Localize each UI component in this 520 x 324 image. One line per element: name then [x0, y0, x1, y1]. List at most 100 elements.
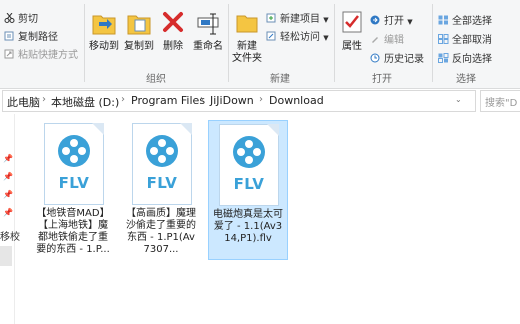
easy-access-label: 轻松访问: [280, 32, 320, 43]
rename-label: 重命名: [193, 41, 223, 52]
copy-path-icon: [4, 31, 15, 41]
group-divider: [84, 4, 85, 82]
scissors-icon: [4, 12, 15, 23]
nav-item-selected[interactable]: [0, 246, 12, 266]
move-to-icon: [92, 15, 116, 35]
new-item-button[interactable]: 新建项目 ▼: [266, 10, 329, 25]
easy-access-icon: [266, 31, 277, 41]
delete-icon: [163, 12, 183, 32]
file-extension-label: FLV: [233, 175, 265, 193]
history-icon: [370, 53, 381, 63]
properties-label: 属性: [342, 41, 362, 52]
breadcrumb-separator-icon: ›: [42, 94, 46, 105]
edit-label: 编辑: [384, 35, 404, 46]
flv-file-icon: FLV: [44, 123, 104, 205]
chevron-down-icon: ▼: [323, 34, 329, 42]
rename-button[interactable]: 重命名: [190, 8, 226, 53]
paste-shortcut-icon: [4, 49, 15, 59]
breadcrumb-separator-icon: ›: [259, 94, 263, 105]
open-group-label: 打开: [372, 74, 392, 85]
page-corner: [180, 123, 192, 135]
file-name: 电磁炮真是太可爱了 - 1.1(Av314,P1).flv: [213, 209, 283, 244]
address-row: 此电脑 › 本地磁盘 (D:) › Program Files › JiJiDo…: [0, 90, 520, 112]
new-folder-icon: [236, 15, 258, 33]
group-divider: [432, 4, 433, 82]
chevron-down-icon: ▼: [323, 16, 329, 24]
edit-button[interactable]: 编辑: [370, 31, 404, 46]
open-button[interactable]: 打开 ▼: [370, 12, 413, 27]
file-item[interactable]: FLV 【高画质】魔理沙偷走了重要的东西 - 1.P1(Av7307...: [122, 120, 200, 258]
move-to-button[interactable]: 移动到: [86, 8, 122, 53]
edit-icon: [370, 34, 381, 44]
breadcrumb-local-disk[interactable]: 本地磁盘 (D:): [51, 94, 119, 110]
easy-access-button[interactable]: 轻松访问 ▼: [266, 28, 329, 43]
page-corner: [92, 123, 104, 135]
properties-icon: [342, 11, 362, 33]
paste-shortcut-button[interactable]: 粘贴快捷方式: [4, 46, 78, 61]
address-bar[interactable]: 此电脑 › 本地磁盘 (D:) › Program Files › JiJiDo…: [2, 90, 476, 112]
pin-icon[interactable]: 📌: [3, 208, 13, 217]
select-all-icon: [438, 15, 449, 25]
history-button[interactable]: 历史记录: [370, 50, 424, 65]
new-item-label: 新建项目: [280, 14, 320, 25]
select-none-icon: [438, 34, 449, 44]
select-group-label: 选择: [456, 74, 476, 85]
new-item-icon: [266, 13, 277, 23]
cut-button[interactable]: 剪切: [4, 10, 38, 25]
delete-button[interactable]: 删除: [160, 8, 186, 53]
copy-to-label: 复制到: [124, 41, 154, 52]
new-folder-label: 新建 文件夹: [232, 41, 262, 64]
file-extension-label: FLV: [58, 174, 90, 192]
new-group-label: 新建: [270, 74, 290, 85]
file-name: 【地铁音MAD】【上海地铁】魔都地铁偷走了重要的东西 - 1.P...: [36, 208, 110, 255]
group-divider: [228, 4, 229, 82]
new-folder-button[interactable]: 新建 文件夹: [230, 8, 264, 65]
organize-group-label: 组织: [146, 74, 166, 85]
pin-icon[interactable]: 📌: [3, 190, 13, 199]
search-box[interactable]: 搜索"D: [480, 90, 520, 112]
open-label: 打开: [384, 16, 404, 27]
flv-file-icon: FLV: [219, 124, 279, 206]
breadcrumb-jijidown[interactable]: JiJiDown: [210, 94, 254, 107]
file-extension-label: FLV: [146, 174, 178, 192]
breadcrumb-this-pc[interactable]: 此电脑: [7, 94, 40, 110]
cut-label: 剪切: [18, 14, 38, 25]
ribbon: 剪切 复制路径 粘贴快捷方式 移动到 复制到 删除 重命名 组织 新建 文件夹 …: [0, 0, 520, 89]
flv-file-icon: FLV: [132, 123, 192, 205]
pin-icon[interactable]: 📌: [3, 154, 13, 163]
select-all-label: 全部选择: [452, 16, 492, 27]
search-placeholder: 搜索"D: [485, 98, 518, 109]
select-none-label: 全部取消: [452, 35, 492, 46]
chevron-down-icon: ▼: [407, 18, 413, 26]
invert-selection-button[interactable]: 反向选择: [438, 50, 492, 65]
pin-icon[interactable]: 📌: [3, 172, 13, 181]
invert-selection-label: 反向选择: [452, 54, 492, 65]
copy-to-button[interactable]: 复制到: [122, 8, 156, 53]
film-reel-icon: [146, 135, 178, 167]
copy-to-icon: [127, 15, 151, 35]
group-divider: [334, 4, 335, 82]
breadcrumb-download[interactable]: Download: [269, 94, 324, 107]
film-reel-icon: [233, 136, 265, 168]
open-icon: [370, 15, 381, 25]
page-corner: [267, 124, 279, 136]
properties-button[interactable]: 属性: [338, 8, 366, 53]
chevron-down-icon[interactable]: ⌄: [455, 95, 462, 104]
nav-item-partial[interactable]: 移校: [0, 228, 20, 243]
file-name: 【高画质】魔理沙偷走了重要的东西 - 1.P1(Av7307...: [126, 208, 196, 255]
file-item[interactable]: FLV 【地铁音MAD】【上海地铁】魔都地铁偷走了重要的东西 - 1.P...: [34, 120, 112, 258]
invert-selection-icon: [438, 53, 449, 63]
file-item-selected[interactable]: FLV 电磁炮真是太可爱了 - 1.1(Av314,P1).flv: [208, 120, 288, 260]
paste-shortcut-label: 粘贴快捷方式: [18, 50, 78, 61]
select-none-button[interactable]: 全部取消: [438, 31, 492, 46]
history-label: 历史记录: [384, 54, 424, 65]
select-all-button[interactable]: 全部选择: [438, 12, 492, 27]
breadcrumb-separator-icon: ›: [121, 94, 125, 105]
rename-icon: [197, 13, 219, 35]
copy-path-label: 复制路径: [18, 32, 58, 43]
breadcrumb-program-files[interactable]: Program Files: [131, 94, 205, 107]
delete-label: 删除: [163, 41, 183, 52]
breadcrumb-separator-icon: ›: [200, 94, 204, 105]
navigation-pane[interactable]: 📌 📌 📌 📌: [0, 114, 15, 324]
copy-path-button[interactable]: 复制路径: [4, 28, 58, 43]
